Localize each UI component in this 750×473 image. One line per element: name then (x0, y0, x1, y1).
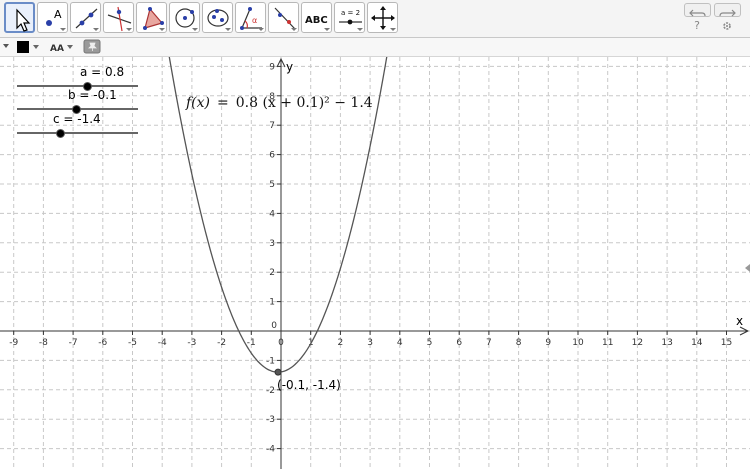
style-bar: AA (0, 38, 750, 57)
submenu-indicator-icon (291, 28, 297, 31)
perpendicular-line-tool-button[interactable] (103, 2, 134, 33)
x-tick-label: 13 (661, 338, 672, 348)
y-tick-label: -1 (266, 356, 275, 366)
x-tick-label: 5 (427, 338, 433, 348)
polygon-tool-button[interactable] (136, 2, 167, 33)
function-equation-label: f(x) = 0.8 (x + 0.1)² − 1.4 (185, 95, 373, 111)
y-tick-label: 9 (269, 62, 275, 72)
x-tick-label: -5 (128, 338, 137, 348)
line-tool-button[interactable] (70, 2, 101, 33)
move-graphics-view-tool-button[interactable] (367, 2, 398, 33)
submenu-indicator-icon (357, 28, 363, 31)
svg-text:ABC: ABC (305, 15, 328, 26)
x-tick-label: -1 (247, 338, 256, 348)
slider-tool-button[interactable]: a = 2 (334, 2, 365, 33)
x-tick-label: 12 (632, 338, 643, 348)
y-tick-label: 1 (269, 298, 275, 308)
vertex-point[interactable] (274, 368, 282, 376)
submenu-indicator-icon (225, 28, 231, 31)
submenu-indicator-icon (390, 28, 396, 31)
y-tick-label: -4 (266, 445, 275, 455)
x-tick-label: 9 (545, 338, 551, 348)
point-tool-button[interactable]: A (37, 2, 68, 33)
x-tick-label: -8 (39, 338, 48, 348)
redo-button[interactable] (714, 3, 741, 17)
x-axis-label: x (736, 314, 743, 328)
angle-tool-button[interactable]: α (235, 2, 266, 33)
x-tick-label: 11 (602, 338, 613, 348)
vertex-label: (-0.1, -1.4) (277, 378, 341, 392)
submenu-indicator-icon (60, 28, 66, 31)
reflect-tool-button[interactable] (268, 2, 299, 33)
slider-track-a[interactable] (17, 85, 138, 87)
svg-text:α: α (252, 16, 257, 25)
x-tick-label: 15 (721, 338, 732, 348)
chevron-down-icon[interactable] (33, 45, 39, 49)
y-tick-label: 7 (269, 121, 275, 131)
x-tick-label: -9 (9, 338, 18, 348)
toggle-stylebar-icon[interactable] (3, 44, 9, 48)
x-tick-label: -7 (69, 338, 78, 348)
y-tick-label: 3 (269, 239, 275, 249)
x-tick-label: 0 (278, 338, 284, 348)
graphics-view[interactable]: x y -9 -8 -7 -6 -5 -4 -3 -2 -1 0 1 2 3 4 5 6 7 8 9 10 11 12 13 14… (0, 31, 750, 469)
x-tick-label: 10 (572, 338, 584, 348)
slider-track-c[interactable] (17, 132, 138, 134)
slider-label-a: a = 0.8 (80, 65, 125, 79)
x-tick-label: 7 (486, 338, 492, 348)
y-tick-label: 0 (271, 321, 277, 331)
y-tick-label: 2 (269, 268, 275, 278)
slider-knob-c[interactable] (56, 128, 66, 138)
y-axis-label: y (286, 60, 293, 74)
svg-text:A: A (54, 8, 62, 21)
settings-button[interactable] (720, 19, 734, 33)
help-button[interactable]: ? (690, 19, 704, 33)
undo-icon (689, 9, 706, 17)
x-tick-label: 14 (691, 338, 703, 348)
redo-icon (719, 9, 736, 17)
x-tick-label: 8 (516, 338, 522, 348)
submenu-indicator-icon (258, 28, 264, 31)
submenu-indicator-icon (159, 28, 165, 31)
y-tick-label: 4 (269, 209, 275, 219)
y-tick-label: -3 (266, 415, 275, 425)
x-tick-label: 3 (367, 338, 373, 348)
submenu-indicator-icon (93, 28, 99, 31)
gear-icon (723, 22, 731, 30)
x-tick-label: -4 (158, 338, 167, 348)
chevron-down-icon[interactable] (67, 45, 73, 49)
submenu-indicator-icon (192, 28, 198, 31)
font-size-button[interactable]: AA (50, 44, 64, 54)
x-tick-label: -6 (98, 338, 107, 348)
move-tool-button[interactable] (4, 2, 35, 33)
submenu-indicator-icon (324, 28, 330, 31)
submenu-indicator-icon (126, 28, 132, 31)
y-tick-label: 5 (269, 180, 275, 190)
x-tick-label: 6 (456, 338, 462, 348)
toolbar: Aα ABC a = 2? (0, 0, 750, 38)
conic-tool-button[interactable] (202, 2, 233, 33)
undo-button[interactable] (684, 3, 711, 17)
slider-label-b: b = -0.1 (68, 88, 117, 102)
color-swatch-button[interactable] (17, 41, 29, 53)
svg-text:a = 2: a = 2 (341, 9, 360, 17)
x-tick-label: -3 (187, 338, 196, 348)
slider-label-c: c = -1.4 (53, 112, 101, 126)
x-tick-label: 4 (397, 338, 403, 348)
circle-tool-button[interactable] (169, 2, 200, 33)
x-tick-label: -2 (217, 338, 226, 348)
slider-panel: a = 0.8 b = -0.1 c = -1.4 (0, 57, 160, 157)
text-tool-button[interactable]: ABC (301, 2, 332, 33)
cursor-arrow-icon (16, 8, 31, 32)
y-tick-label: 6 (269, 151, 275, 161)
y-tick-label: -2 (266, 386, 275, 396)
x-tick-label: 2 (338, 338, 344, 348)
collapse-sidebar-arrow[interactable] (745, 264, 750, 272)
